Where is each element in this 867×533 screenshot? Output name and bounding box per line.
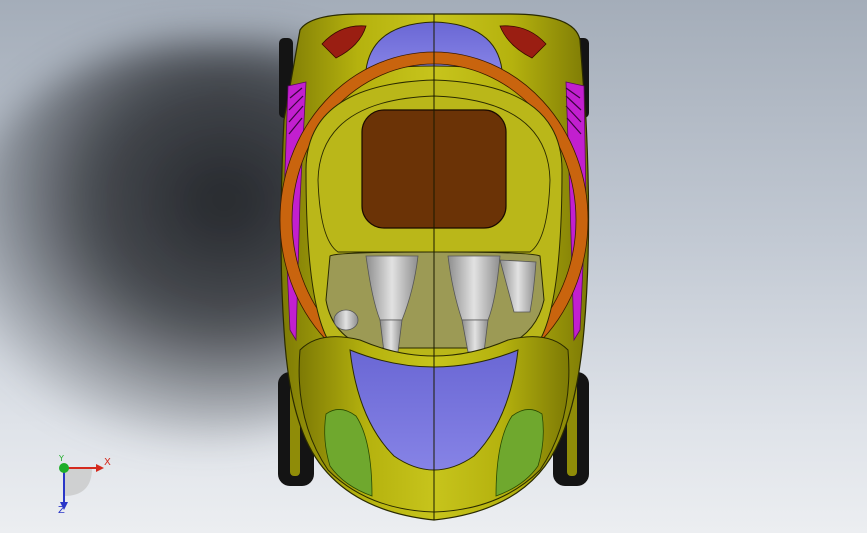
reference-triad: X Y Z	[48, 452, 118, 518]
triad-x-arrow	[96, 464, 104, 472]
triad-x-label: X	[104, 457, 111, 468]
graphics-viewport[interactable]: X Y Z	[0, 0, 867, 533]
triad-quarter-disc	[64, 468, 92, 496]
triad-y-label: Y	[59, 454, 64, 463]
triad-z-label: Z	[58, 505, 65, 516]
triad-y-axis-dot	[59, 463, 69, 473]
car-model[interactable]	[0, 0, 867, 533]
